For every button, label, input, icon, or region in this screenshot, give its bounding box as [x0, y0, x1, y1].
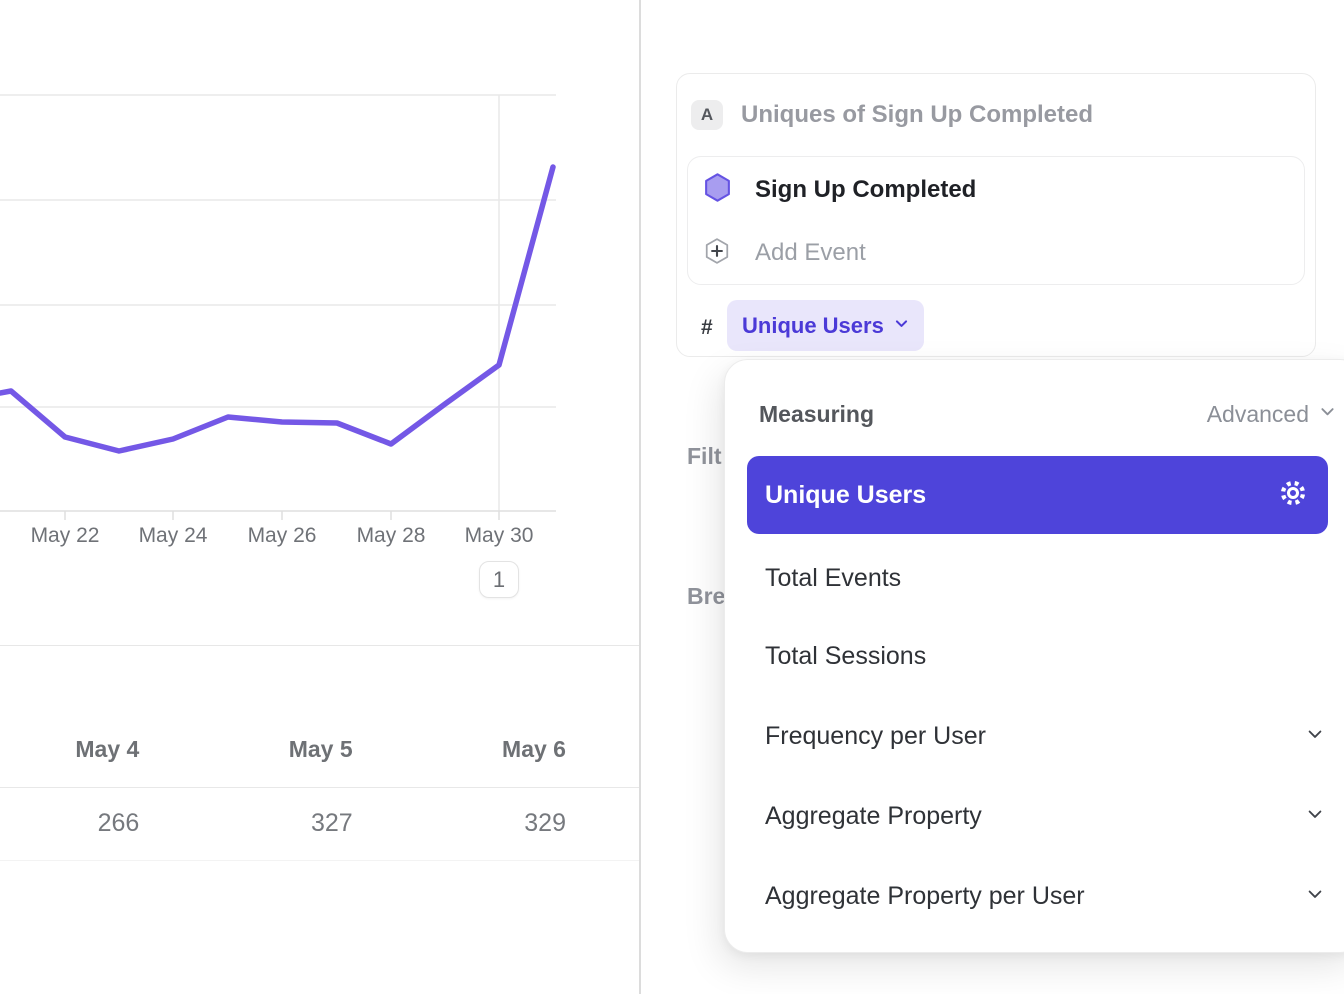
section-divider: [0, 645, 640, 646]
x-axis-label: May 26: [248, 524, 317, 548]
measurement-selector[interactable]: Unique Users: [727, 300, 924, 351]
menu-item-aggregate-property[interactable]: Aggregate Property: [765, 776, 1325, 856]
table-header-row: May 4 May 5 May 6: [0, 727, 566, 771]
menu-item-label: Aggregate Property: [765, 802, 982, 831]
filter-section-label: Filt: [687, 443, 722, 470]
table-header-divider: [0, 787, 640, 788]
menu-item-label: Frequency per User: [765, 722, 986, 751]
line-chart: [0, 0, 640, 600]
hexagon-event-icon: [702, 171, 733, 209]
trend-line[interactable]: [0, 167, 553, 451]
x-axis-labels: May 22 May 24 May 26 May 28 May 30: [0, 524, 640, 550]
measuring-label: Measuring: [759, 401, 874, 428]
breakdown-section-label: Bre: [687, 583, 725, 610]
menu-item-total-sessions[interactable]: Total Sessions: [765, 616, 1325, 696]
table-value-cell: 266: [0, 809, 139, 838]
event-row[interactable]: Sign Up Completed: [702, 171, 976, 209]
chevron-down-icon: [1305, 884, 1325, 909]
menu-item-aggregate-property-per-user[interactable]: Aggregate Property per User: [765, 856, 1325, 936]
event-name[interactable]: Sign Up Completed: [755, 176, 976, 204]
event-card: Sign Up Completed Add Event: [687, 156, 1305, 285]
x-axis-label: May 28: [357, 524, 426, 548]
menu-item-unique-users-selected[interactable]: Unique Users: [747, 456, 1328, 534]
chevron-down-icon: [893, 315, 910, 337]
table-row-divider: [0, 860, 640, 861]
menu-item-frequency-per-user[interactable]: Frequency per User: [765, 696, 1325, 776]
series-card: A Uniques of Sign Up Completed Sign Up C…: [676, 73, 1316, 357]
menu-item-label: Aggregate Property per User: [765, 882, 1085, 911]
measuring-dropdown-header: Measuring Advanced: [759, 388, 1337, 440]
advanced-mode-selector[interactable]: Advanced: [1207, 401, 1337, 428]
panel-divider: [639, 0, 641, 994]
gear-icon[interactable]: [1278, 478, 1308, 513]
x-axis-label: May 24: [139, 524, 208, 548]
insights-app-page: May 22 May 24 May 26 May 28 May 30 1 May 4 M…: [0, 0, 1344, 994]
menu-item-label: Total Sessions: [765, 642, 926, 671]
selected-item-label: Unique Users: [765, 481, 926, 510]
table-header-cell[interactable]: May 6: [353, 736, 566, 763]
table-value-cell: 329: [353, 809, 566, 838]
measurement-prefix: #: [701, 312, 725, 344]
menu-item-label: Total Events: [765, 564, 901, 593]
pagination-badge[interactable]: 1: [479, 561, 519, 598]
series-title: Uniques of Sign Up Completed: [741, 100, 1093, 130]
chevron-down-icon: [1305, 804, 1325, 829]
x-axis-label: May 30: [465, 524, 534, 548]
x-axis-label: May 22: [31, 524, 100, 548]
measurement-value: Unique Users: [742, 313, 884, 339]
menu-item-total-events[interactable]: Total Events: [765, 538, 1325, 618]
table-header-cell[interactable]: May 4: [0, 736, 139, 763]
chevron-down-icon: [1305, 724, 1325, 749]
add-event-icon: [703, 236, 731, 271]
add-event-label: Add Event: [755, 239, 866, 267]
add-event-button[interactable]: Add Event: [703, 236, 866, 270]
series-letter-badge: A: [691, 100, 723, 130]
chevron-down-icon: [1318, 402, 1337, 426]
chart-panel: May 22 May 24 May 26 May 28 May 30 1 May 4 M…: [0, 0, 640, 994]
measuring-dropdown: Measuring Advanced Unique Users Total: [724, 359, 1344, 953]
table-value-cell: 327: [139, 809, 352, 838]
table-header-cell[interactable]: May 5: [139, 736, 352, 763]
advanced-mode-label: Advanced: [1207, 401, 1309, 428]
table-row: 266 327 329: [0, 801, 566, 845]
